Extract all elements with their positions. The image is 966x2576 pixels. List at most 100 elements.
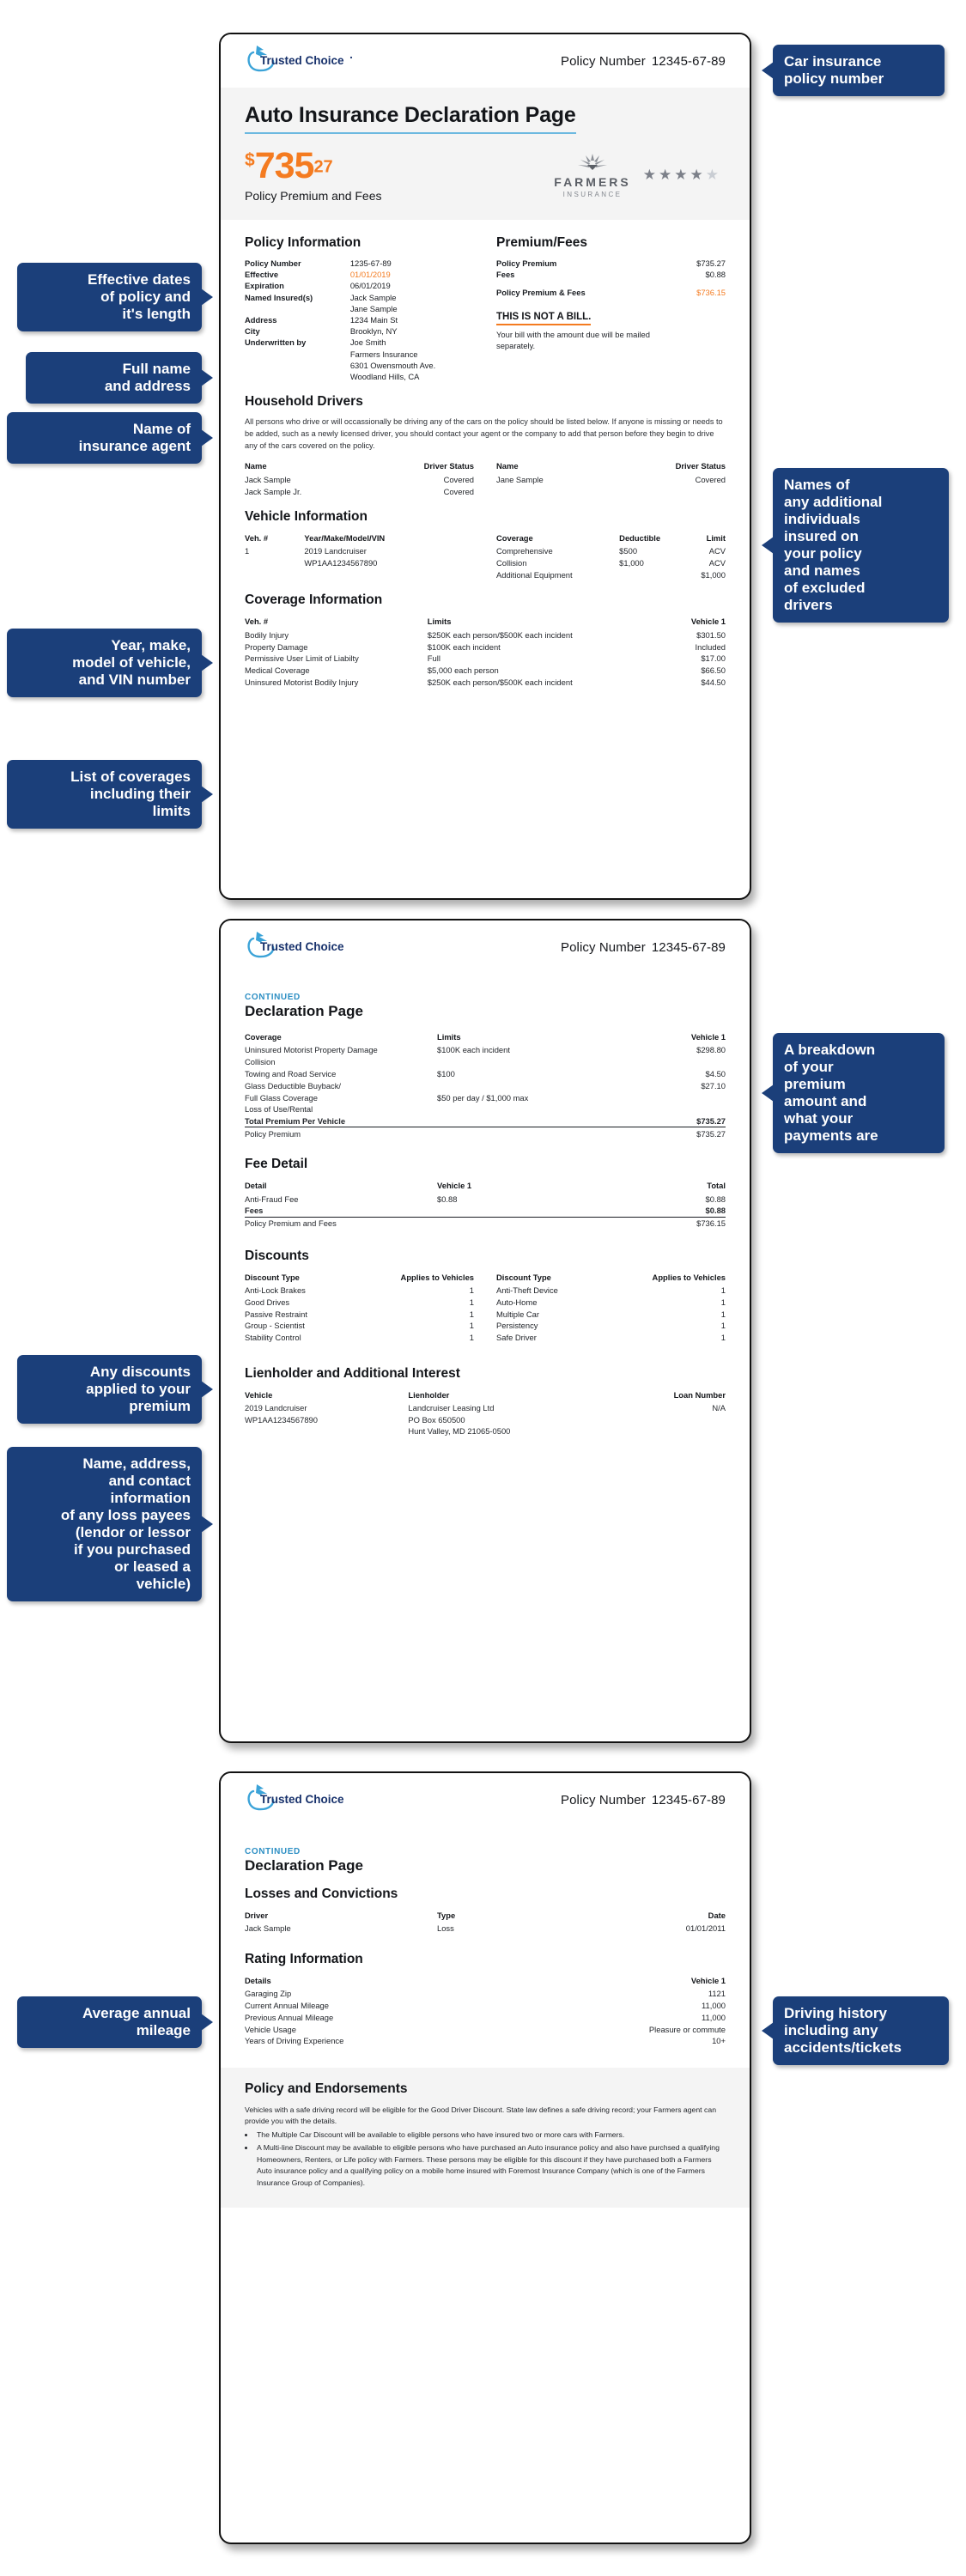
total-label: Policy Premium & Fees <box>496 288 586 298</box>
table-row: Fees $0.88 <box>496 269 726 280</box>
row-value: Jane Sample <box>349 303 398 313</box>
policy-information-section: Policy Information Policy Number 1235-67-… <box>245 232 474 382</box>
grand-value: $736.15 <box>593 1216 726 1230</box>
coverage-limits: $250K each person/$500K each incident <box>427 677 573 687</box>
discount-applies: 1 <box>469 1321 474 1331</box>
vehicle-desc: 2019 Landcruiser <box>304 546 367 556</box>
fees-value: $0.88 <box>705 1206 726 1216</box>
premium-currency: $ <box>245 150 255 170</box>
lienholder-table: Vehicle Lienholder Loan Number 2019 Land… <box>245 1388 726 1437</box>
coverage-amount: $44.50 <box>701 677 726 687</box>
endorsements-intro: Vehicles with a safe driving record will… <box>245 2105 717 2126</box>
coverage-amount: $298.80 <box>696 1045 726 1055</box>
coverage-limits: $50 per day / $1,000 max <box>437 1092 529 1103</box>
col-header-ymmv: Year/Make/Model/VIN <box>304 533 386 544</box>
coverage-name: Bodily Injury <box>245 629 289 640</box>
discount-type: Multiple Car <box>496 1309 540 1319</box>
coverage-name: Comprehensive <box>496 546 553 556</box>
table-row: 6301 Owensmouth Ave. <box>245 360 474 371</box>
col-header-applies: Applies to Vehicles <box>400 1272 474 1282</box>
rating-label: Previous Annual Mileage <box>245 2012 334 2022</box>
coverage-amount <box>647 1056 726 1068</box>
row-value: Woodland Hills, CA <box>349 371 420 381</box>
driver-status: Covered <box>695 474 726 484</box>
loss-driver: Jack Sample <box>245 1923 291 1934</box>
callout-premium-breakdown: A breakdown of your premium amount and w… <box>762 1033 945 1154</box>
discount-applies: 1 <box>469 1333 474 1343</box>
discount-applies: 1 <box>720 1333 726 1343</box>
coverage-name: Permissive User Limit of Liabilty <box>245 653 359 664</box>
col-header-loan: Loan Number <box>673 1389 726 1400</box>
table-row: 1 2019 Landcruiser <box>245 545 474 557</box>
policy-number-header: Policy Number 12345-67-89 <box>561 54 726 69</box>
callout-effective-dates: Effective dates of policy and it's lengt… <box>17 263 213 332</box>
table-row: Jane Sample <box>245 303 474 314</box>
table-row: Effective 01/01/2019 <box>245 269 474 280</box>
col-header-coverage: Coverage <box>245 1032 282 1042</box>
coverage-limit: $1,000 <box>701 569 726 580</box>
col-header-name: Name <box>245 461 267 471</box>
table-row: Current Annual Mileage 11,000 <box>245 2000 726 2012</box>
table-row: Glass Deductible Buyback/ $27.10 <box>245 1079 726 1091</box>
coverage-name: Collision <box>496 558 527 568</box>
coverage-limit: ACV <box>708 546 726 556</box>
callout-vehicle-info: Year, make, model of vehicle, and VIN nu… <box>7 629 213 698</box>
rating-value: Pleasure or commute <box>648 2024 726 2034</box>
coverage-limits <box>437 1079 647 1091</box>
table-row: Expiration 06/01/2019 <box>245 280 474 291</box>
callout-discounts: Any discounts applied to your premium <box>17 1355 213 1425</box>
driver-name: Jane Sample <box>496 474 544 484</box>
discounts-left-table: Discount Type Applies to Vehicles Anti-L… <box>245 1271 474 1344</box>
lien-vehicle-desc: 2019 Landcruiser <box>245 1402 307 1413</box>
premium-dollars: 735 <box>254 145 315 186</box>
col-header-vehicle1: Vehicle 1 <box>690 617 726 627</box>
table-row: WP1AA1234567890 PO Box 650500 <box>245 1413 726 1425</box>
star-icon: ★ <box>659 167 672 183</box>
rating-heading: Rating Information <box>245 1951 363 1966</box>
table-row: Jack Sample Jr. Covered <box>245 485 474 497</box>
premium-fees-heading: Premium/Fees <box>496 235 587 250</box>
coverage-information-section: Coverage Information Veh. # Limits Vehic… <box>245 592 726 688</box>
coverage-information-heading: Coverage Information <box>245 592 383 608</box>
discount-type: Group - Scientist <box>245 1321 305 1331</box>
coverage-amount: $17.00 <box>701 653 726 664</box>
vehicle-number: 1 <box>245 546 250 556</box>
table-row: Woodland Hills, CA <box>245 371 474 382</box>
policy-number-header: Policy Number 12345-67-89 <box>561 1793 726 1807</box>
trusted-choice-logo-icon: Trusted Choice <box>247 932 344 958</box>
discount-type: Good Drives <box>245 1297 290 1307</box>
table-row: Uninsured Motorist Bodily Injury $250K ea… <box>245 676 726 688</box>
vehicle-vin: WP1AA1234567890 <box>304 558 378 568</box>
farmers-name: FARMERS <box>554 175 631 189</box>
not-a-bill-title: THIS IS NOT A BILL. <box>496 312 592 325</box>
table-row: Bodily Injury $250K each person/$500K eac… <box>245 629 726 641</box>
coverage-amount: $301.50 <box>696 629 726 640</box>
rating-value: 11,000 <box>702 2012 726 2022</box>
coverage-name: Medical Coverage <box>245 665 310 676</box>
row-value: 01/01/2019 <box>349 270 391 280</box>
row-value: 1235-67-89 <box>349 258 392 269</box>
policy-number-header: Policy Number 12345-67-89 <box>561 940 726 955</box>
discount-type: Auto-Home <box>496 1297 538 1307</box>
col-header-total: Total <box>707 1181 726 1191</box>
table-row: Medical Coverage $5,000 each person $66.50 <box>245 665 726 677</box>
svg-text:Trusted Choice: Trusted Choice <box>260 54 344 67</box>
discount-applies: 1 <box>720 1309 726 1319</box>
rating-label: Years of Driving Experience <box>245 2036 344 2046</box>
farmers-sub: INSURANCE <box>562 191 623 198</box>
not-a-bill-body: Your bill with the amount due will be ma… <box>496 329 650 351</box>
coverage-limits: $100K each incident <box>427 641 501 652</box>
table-row: Collision $1,000 ACV <box>496 557 726 569</box>
coverage-limits: $5,000 each person <box>427 665 499 676</box>
lien-addr2: Hunt Valley, MD 21065-0500 <box>408 1426 511 1437</box>
premium-fees-section: Premium/Fees Policy Premium $735.27 Fees $… <box>496 232 726 382</box>
rating-table: Details Vehicle 1 Garaging Zip 1121 Curre… <box>245 1974 726 2047</box>
callout-lienholder: Name, address, and contact information o… <box>7 1447 213 1602</box>
vehicle-desc-table: Veh. # Year/Make/Model/VIN 1 2019 Landcru… <box>245 532 474 569</box>
table-row: Anti-Fraud Fee $0.88 $0.88 <box>245 1193 726 1205</box>
driver-status: Covered <box>443 486 474 496</box>
coverage-amount: $27.10 <box>701 1080 726 1091</box>
coverage-information-table: Veh. # Limits Vehicle 1 Bodily Injury $25… <box>245 615 726 688</box>
loss-type: Loss <box>437 1923 454 1934</box>
fees-total-row: Fees $0.88 <box>245 1205 726 1217</box>
